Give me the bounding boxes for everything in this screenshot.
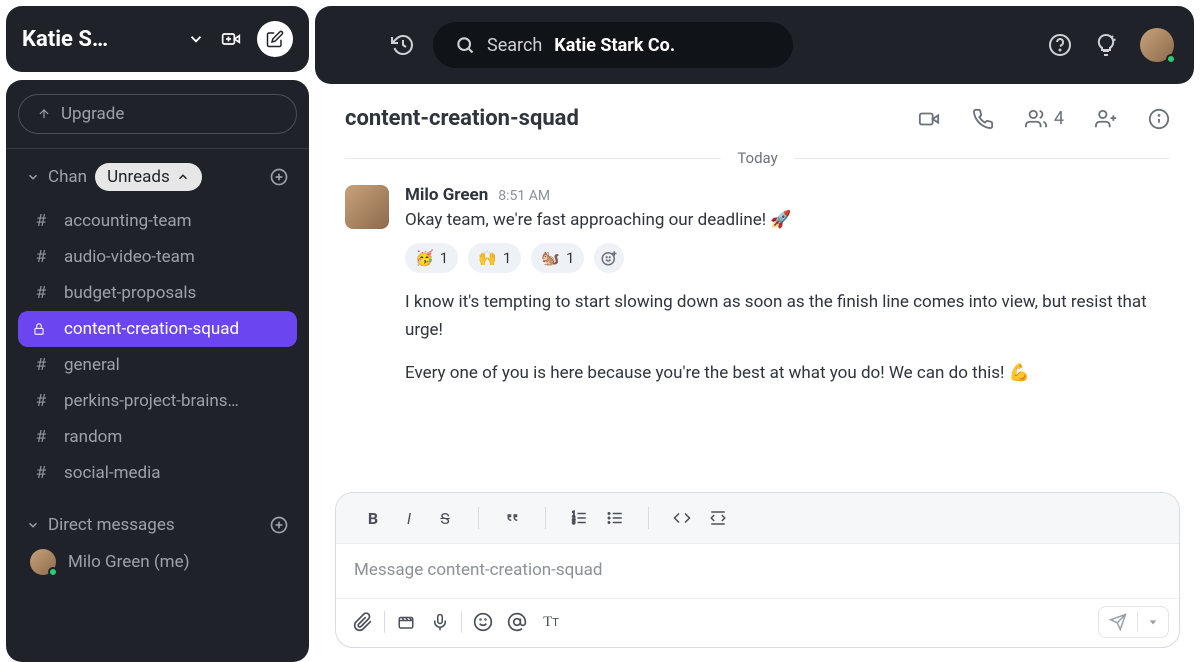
help-icon[interactable] bbox=[1048, 33, 1072, 57]
new-video-call-icon[interactable] bbox=[219, 29, 243, 49]
add-reaction-button[interactable] bbox=[594, 243, 624, 273]
channel-item-perkins-project-brains[interactable]: #perkins-project-brains… bbox=[18, 383, 297, 419]
send-options-button[interactable] bbox=[1138, 611, 1168, 633]
chevron-up-icon bbox=[176, 170, 190, 184]
inline-code-button[interactable] bbox=[665, 501, 699, 535]
mention-button[interactable] bbox=[500, 605, 534, 639]
attach-file-button[interactable] bbox=[346, 605, 380, 639]
send-button[interactable] bbox=[1098, 606, 1169, 638]
ordered-list-button[interactable]: 123 bbox=[562, 501, 596, 535]
chevron-down-icon bbox=[26, 518, 40, 532]
channel-item-social-media[interactable]: #social-media bbox=[18, 455, 297, 491]
message-text: Every one of you is here because you're … bbox=[405, 360, 1170, 387]
reaction[interactable]: 🐿️1 bbox=[531, 243, 584, 273]
message-author[interactable]: Milo Green bbox=[405, 185, 488, 205]
bold-button[interactable]: B bbox=[356, 501, 390, 535]
reactions: 🥳1 🙌1 🐿️1 bbox=[405, 243, 1170, 273]
chevron-down-icon[interactable] bbox=[187, 30, 205, 48]
channel-item-budget-proposals[interactable]: #budget-proposals bbox=[18, 275, 297, 311]
presence-online-icon bbox=[48, 567, 58, 577]
channel-list: #accounting-team #audio-video-team #budg… bbox=[18, 203, 297, 491]
reaction[interactable]: 🥳1 bbox=[405, 243, 458, 273]
history-icon[interactable] bbox=[391, 33, 415, 57]
send-icon[interactable] bbox=[1099, 607, 1137, 637]
channel-item-audio-video-team[interactable]: #audio-video-team bbox=[18, 239, 297, 275]
channels-label: Chan bbox=[48, 167, 87, 187]
lightbulb-icon[interactable] bbox=[1094, 33, 1118, 57]
unordered-list-button[interactable] bbox=[598, 501, 632, 535]
unreads-chip[interactable]: Unreads bbox=[95, 163, 202, 191]
message-time: 8:51 AM bbox=[498, 188, 550, 204]
avatar bbox=[30, 549, 56, 575]
lock-icon bbox=[32, 322, 50, 336]
strikethrough-button[interactable]: S bbox=[428, 501, 462, 535]
message-text: I know it's tempting to start slowing do… bbox=[405, 289, 1170, 343]
audio-message-button[interactable] bbox=[423, 605, 457, 639]
people-icon bbox=[1024, 108, 1048, 130]
hash-icon: # bbox=[32, 355, 50, 375]
hash-icon: # bbox=[32, 283, 50, 303]
dm-label: Direct messages bbox=[48, 515, 175, 535]
sidebar-body: Upgrade Chan Unreads #accounting-team #a… bbox=[6, 80, 309, 662]
topbar: Search Katie Stark Co. bbox=[315, 6, 1194, 84]
channel-header: content-creation-squad 4 bbox=[315, 84, 1200, 149]
composer-toolbar: B I S 123 bbox=[336, 493, 1179, 544]
presence-online-icon bbox=[1166, 54, 1176, 64]
hash-icon: # bbox=[32, 247, 50, 267]
svg-text:3: 3 bbox=[572, 520, 575, 526]
add-channel-button[interactable] bbox=[269, 167, 289, 187]
search-icon bbox=[455, 35, 475, 55]
date-divider: Today bbox=[315, 149, 1200, 167]
chevron-down-icon bbox=[26, 170, 40, 184]
channels-section-header[interactable]: Chan Unreads bbox=[18, 159, 297, 195]
channel-title: content-creation-squad bbox=[345, 106, 916, 131]
italic-button[interactable]: I bbox=[392, 501, 426, 535]
dm-item-milo-green[interactable]: Milo Green (me) bbox=[18, 539, 297, 585]
user-avatar[interactable] bbox=[1140, 28, 1174, 62]
channel-item-random[interactable]: #random bbox=[18, 419, 297, 455]
composer-bottom-toolbar: TT bbox=[336, 598, 1179, 647]
emoji-button[interactable] bbox=[466, 605, 500, 639]
direct-messages-section-header[interactable]: Direct messages bbox=[18, 511, 297, 539]
video-call-icon[interactable] bbox=[916, 108, 942, 130]
channel-item-content-creation-squad[interactable]: content-creation-squad bbox=[18, 311, 297, 347]
search-placeholder: Search bbox=[487, 35, 542, 56]
video-message-button[interactable] bbox=[389, 605, 423, 639]
channel-item-general[interactable]: #general bbox=[18, 347, 297, 383]
hash-icon: # bbox=[32, 391, 50, 411]
members-button[interactable]: 4 bbox=[1024, 108, 1064, 130]
channel-item-accounting-team[interactable]: #accounting-team bbox=[18, 203, 297, 239]
quote-button[interactable] bbox=[495, 501, 529, 535]
message-list: Milo Green 8:51 AM Okay team, we're fast… bbox=[315, 167, 1200, 492]
upgrade-button[interactable]: Upgrade bbox=[18, 94, 297, 134]
hash-icon: # bbox=[32, 463, 50, 483]
main: Search Katie Stark Co. content-creation-… bbox=[315, 0, 1200, 662]
reaction[interactable]: 🙌1 bbox=[468, 243, 521, 273]
text-format-button[interactable]: TT bbox=[534, 605, 568, 639]
search-input[interactable]: Search Katie Stark Co. bbox=[433, 22, 793, 68]
workspace-name: Katie S… bbox=[22, 27, 173, 52]
add-dm-button[interactable] bbox=[269, 515, 289, 535]
hash-icon: # bbox=[32, 211, 50, 231]
info-icon[interactable] bbox=[1148, 108, 1170, 130]
message: Milo Green 8:51 AM Okay team, we're fast… bbox=[345, 185, 1170, 403]
avatar[interactable] bbox=[345, 185, 389, 229]
message-input[interactable]: Message content-creation-squad bbox=[336, 544, 1179, 598]
workspace-switcher[interactable]: Katie S… bbox=[6, 6, 309, 72]
compose-button[interactable] bbox=[257, 21, 293, 57]
message-text: Okay team, we're fast approaching our de… bbox=[405, 207, 1170, 233]
search-company: Katie Stark Co. bbox=[554, 35, 675, 56]
hash-icon: # bbox=[32, 427, 50, 447]
code-block-button[interactable] bbox=[701, 501, 735, 535]
add-people-icon[interactable] bbox=[1094, 108, 1118, 130]
phone-call-icon[interactable] bbox=[972, 108, 994, 130]
sidebar: Katie S… Upgrade Chan Unreads bbox=[0, 0, 315, 662]
upgrade-label: Upgrade bbox=[61, 104, 124, 124]
composer: B I S 123 bbox=[315, 492, 1200, 662]
